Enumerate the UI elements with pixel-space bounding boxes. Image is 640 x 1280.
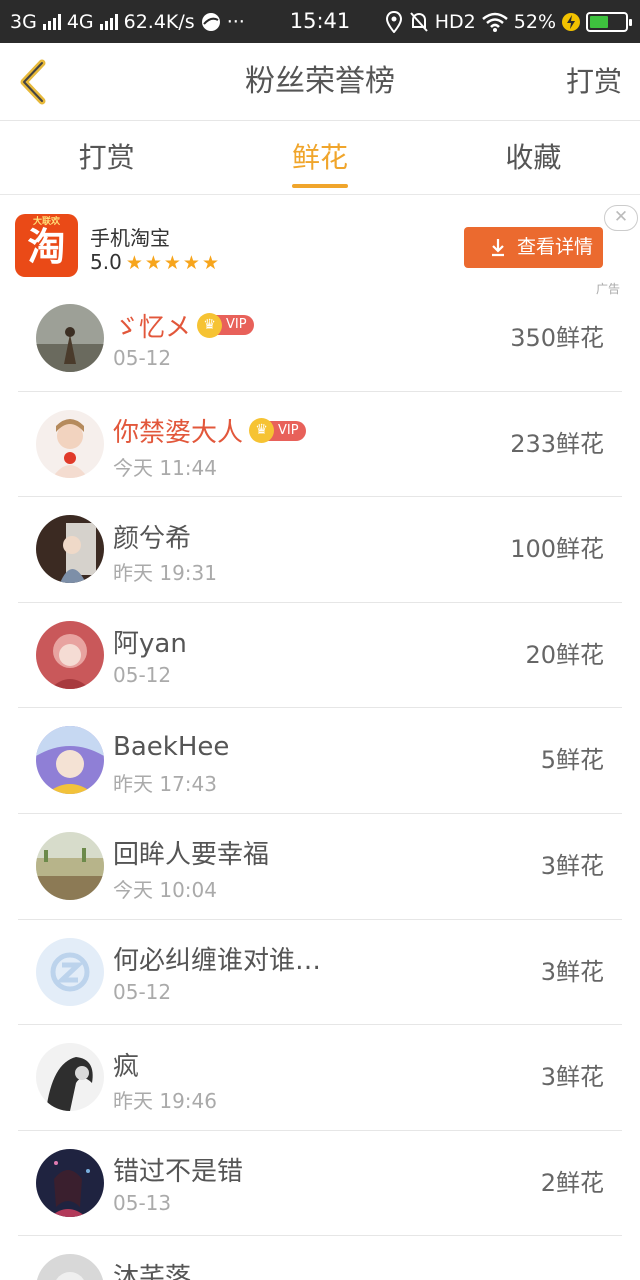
flower-count: 3鲜花 — [540, 1063, 604, 1092]
avatar — [36, 409, 104, 478]
fan-list: ゞ忆メ ♛ VIP 05-12 350鲜花 你禁婆大人 ♛ VIP 今天 11:44… — [0, 286, 640, 1280]
battery-icon — [586, 11, 632, 32]
username: BaekHee — [113, 732, 230, 763]
list-item[interactable]: 阿yan 05-12 20鲜花 — [18, 603, 622, 709]
username: 回眸人要幸福 — [113, 840, 270, 871]
username: 何必纠缠谁对谁… — [113, 946, 322, 977]
flower-count: 233鲜花 — [510, 429, 604, 458]
timestamp: 昨天 19:31 — [113, 561, 217, 586]
timestamp: 05-13 — [113, 1190, 172, 1215]
timestamp: 今天 10:04 — [113, 877, 217, 902]
list-item[interactable]: 回眸人要幸福 今天 10:04 3鲜花 — [18, 814, 622, 920]
timestamp: 昨天 19:46 — [113, 1089, 217, 1114]
timestamp: 昨天 17:43 — [113, 772, 217, 797]
username: 疯 — [113, 1051, 140, 1082]
avatar — [36, 1254, 104, 1280]
page-title: 粉丝荣誉榜 — [245, 64, 395, 99]
view-details-label: 查看详情 — [516, 236, 593, 258]
timestamp: 05-12 — [113, 662, 172, 687]
status-right: HD2 52% — [385, 0, 632, 43]
top-bar: 粉丝荣誉榜 打赏 — [0, 43, 640, 121]
reward-button[interactable]: 打赏 — [566, 43, 622, 121]
avatar — [36, 304, 104, 372]
battery-percent: 52% — [513, 10, 556, 33]
avatar — [36, 620, 104, 689]
timestamp: 05-12 — [113, 346, 172, 370]
hd-label: HD2 — [434, 10, 476, 33]
flower-count: 20鲜花 — [525, 640, 604, 669]
avatar — [36, 937, 104, 1006]
wifi-icon — [481, 12, 508, 32]
list-item[interactable]: BaekHee 昨天 17:43 5鲜花 — [18, 708, 622, 814]
flower-count: 350鲜花 — [510, 324, 604, 352]
list-item[interactable]: 你禁婆大人 ♛ VIP 今天 11:44 233鲜花 — [18, 392, 622, 498]
list-item[interactable]: 何必纠缠谁对谁… 05-12 3鲜花 — [18, 920, 622, 1026]
ad-rating-value: 5.0 — [90, 250, 122, 274]
crown-icon: ♛ — [197, 312, 223, 338]
ad-rating: 5.0 ★★★★★ — [90, 250, 221, 274]
flower-count: 2鲜花 — [540, 1168, 604, 1197]
charging-icon — [562, 12, 580, 31]
status-bar: 3G 4G 62.4K/s ··· 15:41 HD2 52% — [0, 0, 640, 43]
username: 你禁婆大人 — [113, 418, 244, 449]
vip-badge: ♛ VIP — [197, 312, 254, 338]
flower-count: 100鲜花 — [510, 535, 604, 564]
mute-bell-icon — [410, 11, 428, 32]
star-icons: ★★★★★ — [125, 252, 221, 274]
tab-flowers[interactable]: 鲜花 — [213, 121, 426, 194]
list-item[interactable]: 错过不是错 05-13 2鲜花 — [18, 1131, 622, 1237]
username: 颜兮希 — [113, 523, 192, 554]
crown-icon: ♛ — [249, 418, 275, 444]
timestamp: 今天 11:44 — [113, 455, 217, 480]
username: 沐芊落 — [113, 1262, 192, 1280]
avatar — [36, 831, 104, 900]
tab-favorites[interactable]: 收藏 — [427, 121, 640, 194]
list-item[interactable]: ゞ忆メ ♛ VIP 05-12 350鲜花 — [18, 286, 622, 392]
timestamp: 05-12 — [113, 979, 172, 1004]
taobao-app-icon[interactable]: 大联欢 淘 — [15, 214, 78, 277]
flower-count: 3鲜花 — [540, 851, 604, 880]
vip-badge: ♛ VIP — [249, 418, 306, 444]
ad-icon-banner: 大联欢 — [32, 217, 60, 227]
avatar — [36, 726, 104, 795]
location-icon — [385, 10, 402, 33]
avatar — [36, 515, 104, 584]
ad-banner[interactable]: 大联欢 淘 手机淘宝 5.0 ★★★★★ 查看详情 — [0, 196, 640, 296]
flower-count: 5鲜花 — [540, 746, 604, 775]
username: 阿yan — [113, 629, 187, 660]
tab-reward[interactable]: 打赏 — [0, 121, 213, 194]
username: 错过不是错 — [113, 1157, 244, 1188]
ad-close-icon[interactable]: ✕ — [604, 205, 638, 231]
avatar — [36, 1148, 104, 1217]
download-icon — [492, 239, 504, 257]
list-item[interactable]: 颜兮希 昨天 19:31 100鲜花 — [18, 497, 622, 603]
flower-count: 3鲜花 — [540, 957, 604, 986]
ad-icon-glyph: 淘 — [27, 225, 66, 269]
list-item[interactable]: 疯 昨天 19:46 3鲜花 — [18, 1025, 622, 1131]
list-item[interactable]: 沐芊落 — [18, 1236, 622, 1280]
battery-level — [590, 15, 608, 28]
username: ゞ忆メ — [113, 312, 192, 343]
ad-app-name: 手机淘宝 — [90, 226, 170, 250]
tab-bar: 打赏 鲜花 收藏 — [0, 121, 640, 195]
view-details-button[interactable]: 查看详情 — [464, 227, 603, 268]
avatar — [36, 1043, 104, 1112]
